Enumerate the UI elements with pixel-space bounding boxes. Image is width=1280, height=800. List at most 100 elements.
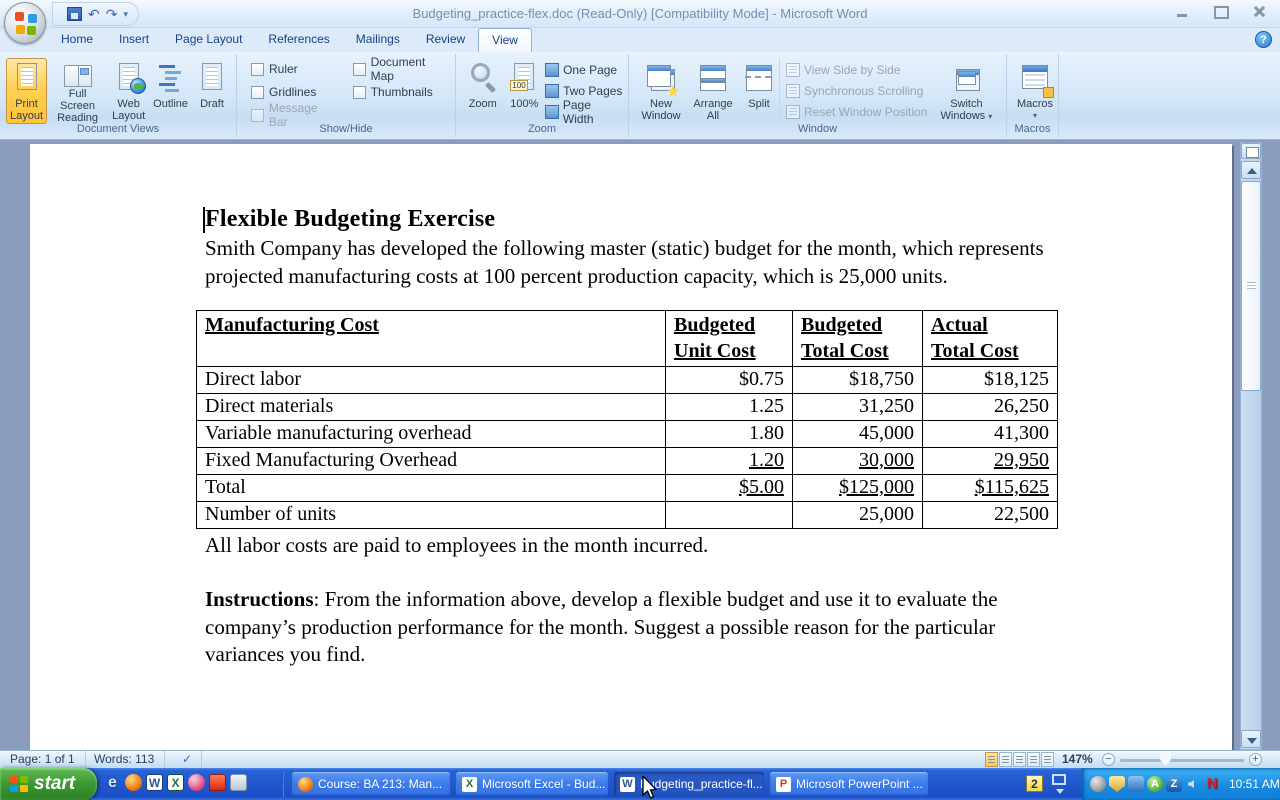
one-page-button[interactable]: One Page [545,60,624,80]
clock[interactable]: 10:51 AM [1229,777,1280,791]
web-layout-view-icon[interactable] [1013,752,1026,767]
print-layout-button[interactable]: Print Layout [6,58,47,124]
redo-icon[interactable]: ↷ [106,7,118,21]
hide-icons-chevron[interactable] [1056,789,1064,794]
new-window-icon [645,61,677,95]
document-note: All labor costs are paid to employees in… [196,532,1091,559]
ruler-checkbox[interactable]: Ruler [251,59,339,79]
web-layout-button[interactable]: Web Layout [108,58,149,124]
scroll-down-icon[interactable] [1241,730,1261,748]
tab-review[interactable]: Review [413,28,478,52]
undo-icon[interactable]: ↶ [88,7,100,21]
document-map-checkbox[interactable]: Document Map [353,59,451,79]
minimize-button[interactable] [1172,4,1194,20]
split-button[interactable]: Split [739,58,779,123]
draft-view-icon[interactable] [1041,752,1054,767]
zoom-slider-track[interactable] [1120,759,1244,762]
gridlines-checkbox[interactable]: Gridlines [251,82,339,102]
system-tray: A Z N 10:51 AM [1082,768,1280,800]
page-width-button[interactable]: Page Width [545,102,624,122]
outline-view-icon[interactable] [1027,752,1040,767]
proofing-icon[interactable]: ✓ [172,751,202,769]
start-button[interactable]: start [0,768,97,800]
table-row: Variable manufacturing overhead 1.80 45,… [197,421,1058,448]
zoom-level[interactable]: 147% [1062,751,1093,768]
document-area: Flexible Budgeting Exercise Smith Compan… [0,140,1280,750]
tray-zonealarm-icon[interactable]: Z [1166,776,1182,792]
close-button[interactable] [1248,4,1270,20]
excel-icon: X [462,777,477,792]
tray-novell-icon[interactable]: N [1204,776,1220,792]
full-screen-reading-icon [62,61,94,85]
table-row: Total $5.00 $125,000 $115,625 [197,475,1058,502]
outline-button[interactable]: Outline [149,58,192,124]
task-word-budgeting-active[interactable]: W Budgeting_practice-fl... [614,772,764,796]
vertical-scrollbar[interactable] [1240,142,1262,750]
zoom-100-button[interactable]: 100 100% [504,58,546,123]
group-zoom: Zoom 100 100% One Page Two Pages [456,54,629,137]
reset-position-icon [786,105,800,119]
word-icon[interactable]: W [146,774,163,791]
draft-button[interactable]: Draft [192,58,232,124]
group-show-hide: Ruler Gridlines Message Bar Document Map [237,54,456,137]
header-manufacturing-cost: Manufacturing Cost [197,311,666,367]
scrollbar-thumb[interactable] [1241,181,1261,391]
task-excel-budget[interactable]: X Microsoft Excel - Bud... [456,772,608,796]
zoom-button[interactable]: Zoom [462,58,504,123]
firefox-icon[interactable] [125,774,142,791]
macros-icon [1019,61,1051,95]
qat-customize-icon[interactable]: ▾ [123,9,128,20]
new-window-button[interactable]: New Window [635,58,687,123]
volume-icon[interactable] [1185,776,1201,792]
tab-insert[interactable]: Insert [106,28,162,52]
save-icon[interactable] [67,7,82,21]
switch-windows-button[interactable]: Switch Windows ▾ [931,58,1001,123]
tray-antivirus-icon[interactable]: A [1147,776,1163,792]
arrange-all-button[interactable]: Arrange All [687,58,739,123]
restore-window-icon[interactable] [1052,774,1066,785]
tray-utility-icon[interactable] [1128,776,1144,792]
web-layout-icon [113,61,145,95]
ribbon-tab-row: Home Insert Page Layout References Maili… [0,28,1280,52]
thumbnails-checkbox[interactable]: Thumbnails [353,82,451,102]
tab-home[interactable]: Home [48,28,106,52]
group-label-zoom: Zoom [456,123,628,135]
update-badge-icon[interactable]: 2 [1026,775,1043,792]
word-count[interactable]: Words: 113 [84,751,165,769]
zoom-slider-thumb[interactable] [1160,752,1171,766]
tab-view[interactable]: View [478,28,532,52]
task-firefox-course[interactable]: Course: BA 213: Man... [292,772,450,796]
zoom-in-icon[interactable]: + [1249,753,1262,766]
internet-explorer-icon[interactable]: e [104,774,121,791]
full-screen-reading-button[interactable]: Full Screen Reading [47,58,108,124]
reset-window-position-button: Reset Window Position [786,102,927,122]
help-icon[interactable]: ? [1255,31,1272,48]
budget-table: Manufacturing Cost BudgetedUnit Cost Bud… [196,310,1058,529]
tab-page-layout[interactable]: Page Layout [162,28,255,52]
messenger-icon[interactable] [230,774,247,791]
tab-references[interactable]: References [255,28,342,52]
ruler-toggle-icon[interactable] [1241,143,1261,159]
print-layout-view-icon[interactable] [985,752,998,767]
restore-button[interactable] [1210,4,1232,20]
media-player-icon[interactable] [209,774,226,791]
macros-button[interactable]: Macros ▾ [1013,58,1057,122]
zoom-out-icon[interactable]: − [1102,753,1115,766]
page-indicator[interactable]: Page: 1 of 1 [0,751,86,769]
firefox-icon [298,777,313,792]
outline-icon [155,61,187,95]
split-icon [743,61,775,95]
tab-mailings[interactable]: Mailings [343,28,413,52]
view-side-by-side-button: View Side by Side [786,60,927,80]
switch-windows-icon [950,61,982,95]
excel-icon[interactable]: X [167,774,184,791]
zoom-slider[interactable]: − + [1102,752,1262,768]
document-page[interactable]: Flexible Budgeting Exercise Smith Compan… [30,144,1232,750]
office-button[interactable] [4,2,46,44]
scroll-up-icon[interactable] [1241,161,1261,179]
passwords-icon[interactable] [188,774,205,791]
task-powerpoint[interactable]: P Microsoft PowerPoint ... [770,772,928,796]
tray-update-icon[interactable] [1090,776,1106,792]
full-screen-view-icon[interactable] [999,752,1012,767]
tray-shield-icon[interactable] [1109,776,1125,792]
